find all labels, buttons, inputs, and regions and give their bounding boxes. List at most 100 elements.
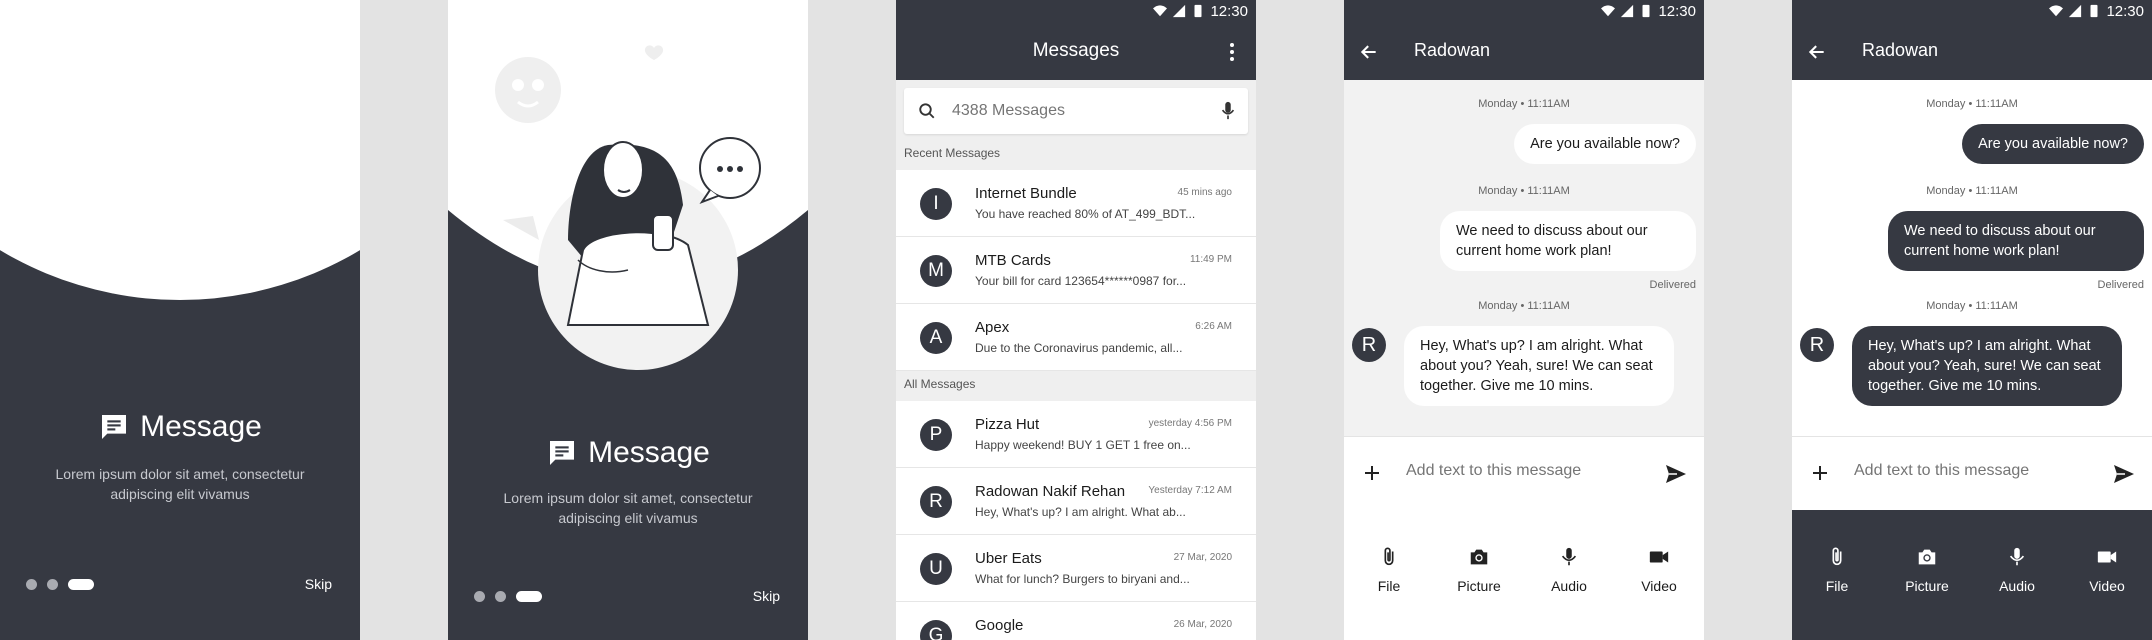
plus-icon[interactable] bbox=[1808, 461, 1832, 485]
brand-logo: Message bbox=[0, 410, 360, 444]
chat-screen-dark: 12:30 Radowan Monday • 11:11AM Are you a… bbox=[1792, 0, 2152, 640]
more-options-icon[interactable] bbox=[1222, 40, 1242, 64]
attach-file-button[interactable]: File bbox=[1802, 546, 1872, 594]
onboarding-screen-2: Message Lorem ipsum dolor sit amet, cons… bbox=[448, 0, 808, 640]
contact-avatar: U bbox=[920, 553, 952, 585]
page-dot[interactable] bbox=[474, 591, 485, 602]
message-preview: You have reached 80% of AT_499_BDT... bbox=[975, 207, 1196, 221]
conversation-row[interactable]: GGoogle26 Mar, 2020G-123123 is your Goog… bbox=[896, 602, 1256, 640]
conversation-row[interactable]: U Uber Eats 27 Mar, 2020 What for lunch? Bu… bbox=[896, 535, 1256, 602]
attach-picture-label: Picture bbox=[1905, 578, 1949, 594]
message-preview: What for lunch? Burgers to biryani and..… bbox=[975, 572, 1190, 586]
attach-picture-button[interactable]: Picture bbox=[1892, 546, 1962, 594]
status-time: 12:30 bbox=[2106, 2, 2144, 20]
contact-name: Apex bbox=[975, 319, 1010, 336]
message-icon bbox=[102, 415, 127, 439]
message-time: Yesterday 7:12 AM bbox=[1148, 485, 1232, 496]
video-camera-icon bbox=[1649, 551, 1669, 563]
message-time: 11:49 PM bbox=[1189, 254, 1232, 265]
inbox-screen: 12:30 Messages Recent Messages I Internet… bbox=[896, 0, 1256, 640]
contact-name: Radowan bbox=[1414, 40, 1491, 60]
tagline: Lorem ipsum dolor sit amet, consectetur … bbox=[55, 466, 305, 502]
contact-avatar: M bbox=[920, 255, 952, 287]
mic-icon bbox=[2009, 547, 2025, 566]
timestamp: Monday • 11:11AM bbox=[1926, 98, 2018, 110]
sent-message: Are you available now? bbox=[1962, 124, 2144, 164]
message-time: 27 Mar, 2020 bbox=[1173, 552, 1232, 563]
conversation-row[interactable]: R Radowan Nakif Rehan Yesterday 7:12 AM Hey… bbox=[896, 468, 1256, 535]
search-bar[interactable] bbox=[904, 88, 1248, 134]
wifi-icon bbox=[1601, 5, 1616, 17]
skip-button[interactable]: Skip bbox=[753, 588, 780, 604]
message-preview: Your bill for card 123654******0987 for.… bbox=[975, 274, 1187, 288]
send-icon[interactable] bbox=[1664, 462, 1688, 486]
signal-icon bbox=[1173, 4, 1186, 18]
message-input[interactable] bbox=[1404, 461, 1648, 481]
message-time: 26 Mar, 2020 bbox=[1173, 619, 1232, 630]
contact-avatar: A bbox=[920, 322, 952, 354]
attach-file-button[interactable]: File bbox=[1354, 546, 1424, 594]
battery-icon bbox=[1642, 4, 1650, 18]
received-message: Hey, What's up? I am alright. What about… bbox=[1852, 326, 2122, 406]
signal-icon bbox=[1621, 4, 1634, 18]
wifi-icon bbox=[2049, 5, 2064, 17]
attachment-bar: File Picture Audio Video bbox=[1792, 510, 2152, 640]
sent-message: Are you available now? bbox=[1514, 124, 1696, 164]
onboarding-screen-1: Message Lorem ipsum dolor sit amet, cons… bbox=[0, 0, 360, 640]
chat-screen-light: 12:30 Radowan Monday • 11:11AM Are you a… bbox=[1344, 0, 1704, 640]
search-input[interactable] bbox=[950, 101, 1208, 121]
page-dot-active[interactable] bbox=[516, 591, 542, 602]
back-arrow-icon[interactable] bbox=[1358, 42, 1380, 62]
attach-audio-label: Audio bbox=[1551, 578, 1587, 594]
timestamp: Monday • 11:11AM bbox=[1926, 185, 2018, 197]
conversation-row[interactable]: M MTB Cards 11:49 PM Your bill for card 123… bbox=[896, 237, 1256, 304]
paperclip-icon bbox=[1384, 547, 1394, 566]
page-title: Messages bbox=[1032, 40, 1120, 61]
message-input[interactable] bbox=[1852, 461, 2096, 481]
camera-icon bbox=[1918, 549, 1936, 565]
send-icon[interactable] bbox=[2112, 462, 2136, 486]
conversation-row[interactable]: P Pizza Hut yesterday 4:56 PM Happy weekend… bbox=[896, 401, 1256, 468]
search-icon bbox=[904, 102, 950, 120]
received-message: Hey, What's up? I am alright. What about… bbox=[1404, 326, 1674, 406]
message-preview: Hey, What's up? I am alright. What ab... bbox=[975, 505, 1186, 519]
message-time: yesterday 4:56 PM bbox=[1148, 418, 1232, 429]
contact-avatar: I bbox=[920, 188, 952, 220]
delivered-status: Delivered bbox=[1649, 279, 1696, 291]
recent-list: I Internet Bundle 45 mins ago You have reac… bbox=[896, 170, 1256, 371]
attach-file-label: File bbox=[1377, 578, 1401, 594]
attach-audio-button[interactable]: Audio bbox=[1534, 546, 1604, 594]
page-indicator bbox=[474, 591, 542, 602]
mic-icon[interactable] bbox=[1208, 101, 1248, 121]
contact-avatar[interactable]: R bbox=[1800, 328, 1834, 362]
conversation-row[interactable]: I Internet Bundle 45 mins ago You have reac… bbox=[896, 170, 1256, 237]
page-dot[interactable] bbox=[47, 579, 58, 590]
contact-avatar: G bbox=[920, 620, 952, 640]
message-preview: Happy weekend! BUY 1 GET 1 free on... bbox=[975, 438, 1191, 452]
back-arrow-icon[interactable] bbox=[1806, 42, 1828, 62]
message-time: 45 mins ago bbox=[1177, 187, 1232, 198]
chat-app-bar: 12:30 Radowan bbox=[1792, 0, 2152, 80]
page-dot[interactable] bbox=[495, 591, 506, 602]
page-dot-active[interactable] bbox=[68, 579, 94, 590]
brand-name: Message bbox=[140, 410, 262, 443]
paperclip-icon bbox=[1832, 547, 1842, 566]
contact-avatar[interactable]: R bbox=[1352, 328, 1386, 362]
video-camera-icon bbox=[2097, 551, 2117, 563]
contact-name: Radowan Nakif Rehan bbox=[975, 483, 1126, 500]
timestamp: Monday • 11:11AM bbox=[1478, 98, 1570, 110]
camera-icon bbox=[1470, 549, 1488, 565]
attach-audio-button[interactable]: Audio bbox=[1982, 546, 2052, 594]
attach-video-button[interactable]: Video bbox=[2072, 546, 2142, 594]
page-dot[interactable] bbox=[26, 579, 37, 590]
all-list: P Pizza Hut yesterday 4:56 PM Happy weekend… bbox=[896, 401, 1256, 640]
attach-picture-button[interactable]: Picture bbox=[1444, 546, 1514, 594]
message-time: 6:26 AM bbox=[1195, 321, 1232, 332]
recent-section-label: Recent Messages bbox=[904, 146, 1001, 160]
plus-icon[interactable] bbox=[1360, 461, 1384, 485]
battery-icon bbox=[1194, 4, 1202, 18]
contact-name: Google bbox=[975, 617, 1024, 634]
skip-button[interactable]: Skip bbox=[305, 576, 332, 592]
conversation-row[interactable]: A Apex 6:26 AM Due to the Coronavirus pande… bbox=[896, 304, 1256, 371]
attach-video-button[interactable]: Video bbox=[1624, 546, 1694, 594]
